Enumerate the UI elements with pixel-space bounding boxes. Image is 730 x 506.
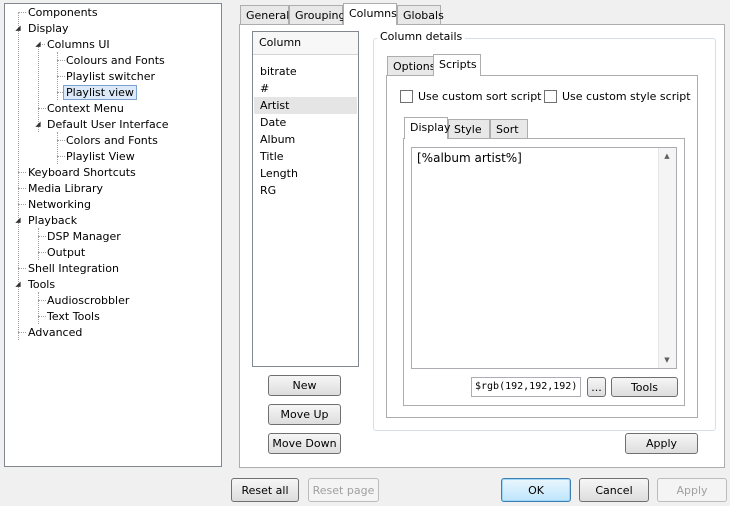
tree-item-output[interactable]: Output [45, 245, 87, 260]
tree-item-media-library[interactable]: Media Library [26, 181, 105, 196]
tree-item-networking[interactable]: Networking [26, 197, 93, 212]
column-list-header[interactable]: Column [253, 32, 358, 55]
display-tab-panel: [%album artist%] ▲ ▼ $rgb(192,192,192) .… [403, 138, 685, 406]
list-item[interactable]: bitrate [254, 63, 357, 80]
list-item[interactable]: # [254, 80, 357, 97]
tree-item-display[interactable]: Display [26, 21, 71, 36]
tree-item-audioscrobbler[interactable]: Audioscrobbler [45, 293, 131, 308]
preferences-tree[interactable]: ◢ ◢ ◢ ◢ ◢ Components Display Columns UI … [4, 3, 222, 467]
custom-style-checkbox[interactable] [544, 90, 557, 103]
move-down-button[interactable]: Move Down [268, 433, 341, 454]
color-value-field[interactable]: $rgb(192,192,192) [471, 377, 581, 397]
custom-sort-checkbox[interactable] [400, 90, 413, 103]
tree-item-tools[interactable]: Tools [26, 277, 57, 292]
tree-item-keyboard-shortcuts[interactable]: Keyboard Shortcuts [26, 165, 138, 180]
apply-column-button[interactable]: Apply [625, 433, 698, 454]
expanded-triangle-icon[interactable]: ◢ [14, 280, 22, 288]
tab-globals[interactable]: Globals [397, 5, 444, 25]
tab-options[interactable]: Options [387, 56, 435, 76]
column-details-label: Column details [377, 30, 466, 43]
tree-item-context-menu[interactable]: Context Menu [45, 101, 126, 116]
tab-display[interactable]: Display [404, 117, 451, 139]
list-item[interactable]: RG [254, 182, 357, 199]
tree-item-shell-integration[interactable]: Shell Integration [26, 261, 121, 276]
columns-tab-panel: Column bitrate # Artist Date Album Title… [239, 24, 725, 468]
tree-item-playlist-view[interactable]: Playlist view [63, 85, 137, 100]
tree-item-default-user-interface[interactable]: Default User Interface [45, 117, 171, 132]
custom-style-label: Use custom style script [562, 90, 691, 103]
tree-item-dsp-manager[interactable]: DSP Manager [45, 229, 123, 244]
list-item[interactable]: Length [254, 165, 357, 182]
tab-sort[interactable]: Sort [490, 119, 528, 139]
display-script-editor[interactable]: [%album artist%] ▲ ▼ [411, 147, 677, 369]
tree-item-colors-and-fonts[interactable]: Colors and Fonts [64, 133, 160, 148]
tree-item-playlist-switcher[interactable]: Playlist switcher [64, 69, 157, 84]
expanded-triangle-icon[interactable]: ◢ [14, 24, 22, 32]
tree-item-components[interactable]: Components [26, 5, 100, 20]
expanded-triangle-icon[interactable]: ◢ [34, 40, 42, 48]
editor-scrollbar[interactable]: ▲ ▼ [658, 148, 676, 368]
reset-all-button[interactable]: Reset all [231, 478, 299, 502]
custom-sort-label: Use custom sort script [418, 90, 542, 103]
expanded-triangle-icon[interactable]: ◢ [14, 216, 22, 224]
script-text: [%album artist%] [417, 151, 522, 165]
tree-item-playback[interactable]: Playback [26, 213, 79, 228]
tree-item-playlist-view-default[interactable]: Playlist View [64, 149, 137, 164]
tab-scripts[interactable]: Scripts [433, 54, 481, 76]
tree-item-text-tools[interactable]: Text Tools [45, 309, 102, 324]
tab-grouping[interactable]: Grouping [289, 5, 346, 25]
tree-item-colours-and-fonts[interactable]: Colours and Fonts [64, 53, 167, 68]
expanded-triangle-icon[interactable]: ◢ [34, 120, 42, 128]
list-item[interactable]: Artist [254, 97, 357, 114]
column-list[interactable]: Column bitrate # Artist Date Album Title… [252, 31, 359, 367]
scripts-tab-panel: Use custom sort script Use custom style … [386, 75, 698, 418]
list-item[interactable]: Title [254, 148, 357, 165]
scroll-down-icon[interactable]: ▼ [659, 352, 675, 368]
ellipsis-button[interactable]: ... [587, 377, 606, 397]
list-item[interactable]: Album [254, 131, 357, 148]
tab-columns[interactable]: Columns [343, 3, 397, 25]
reset-page-button[interactable]: Reset page [308, 478, 379, 502]
list-item[interactable]: Date [254, 114, 357, 131]
apply-button[interactable]: Apply [657, 478, 727, 502]
tree-item-advanced[interactable]: Advanced [26, 325, 84, 340]
tab-general[interactable]: General [240, 5, 289, 25]
ok-button[interactable]: OK [501, 478, 571, 502]
tools-button[interactable]: Tools [611, 377, 678, 397]
new-button[interactable]: New [268, 375, 341, 396]
cancel-button[interactable]: Cancel [579, 478, 649, 502]
tree-item-columns-ui[interactable]: Columns UI [45, 37, 112, 52]
tab-style[interactable]: Style [448, 119, 490, 139]
scroll-up-icon[interactable]: ▲ [659, 148, 675, 164]
move-up-button[interactable]: Move Up [268, 404, 341, 425]
